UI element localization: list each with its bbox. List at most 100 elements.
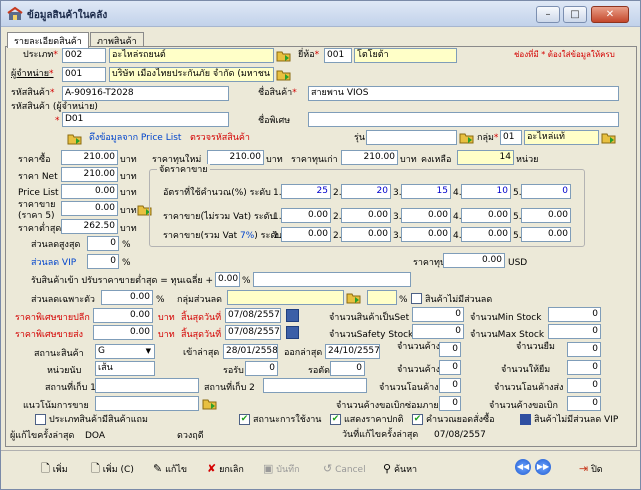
borrow-req-input[interactable]: 0 (567, 396, 601, 411)
price-list-link[interactable]: ดึงข้อมูลจาก Price List (89, 132, 181, 144)
adjust-input[interactable]: 0.00 (215, 272, 240, 287)
buy-price-input[interactable]: 210.00 (61, 150, 118, 165)
vendor-product-code-input[interactable]: D01 (62, 112, 229, 127)
calendar-icon[interactable] (286, 309, 299, 322)
maximize-button[interactable]: □ (563, 6, 587, 23)
close-form-button[interactable]: ⇥ ปิด (579, 461, 603, 477)
vendor-code-input[interactable]: 001 (62, 67, 106, 82)
no-vip-checkbox[interactable] (520, 414, 531, 425)
specific-discount-input[interactable]: 0.00 (101, 290, 153, 305)
set-qty-input[interactable]: 0 (412, 307, 464, 322)
retail-special-input[interactable]: 0.00 (93, 308, 153, 323)
wholesale-end-date-input[interactable]: 07/08/2557 (225, 325, 281, 340)
incl-vat-input-1[interactable]: 0.00 (281, 227, 331, 242)
add-button[interactable]: 🗋 เพิ่ม (41, 461, 68, 477)
calendar-icon[interactable] (286, 326, 299, 339)
product-code-input[interactable]: A-90916-T2028 (62, 86, 229, 101)
status-select[interactable]: G ▼ (95, 344, 155, 359)
folder-icon[interactable] (346, 291, 361, 304)
brand-code-input[interactable]: 001 (324, 48, 352, 63)
rate-input-5[interactable]: 0 (521, 184, 571, 199)
in-date-input[interactable]: 28/01/2558 (223, 344, 278, 359)
tab-images[interactable]: ภาพสินค้า (90, 32, 144, 47)
pending-in-input[interactable]: 0 (245, 361, 278, 376)
incl-vat-input-2[interactable]: 0.00 (341, 227, 391, 242)
borrow-input[interactable]: 0 (567, 342, 601, 357)
folder-icon[interactable] (459, 131, 474, 144)
tab-details[interactable]: รายละเอียดสินค้า (7, 32, 89, 48)
incl-vat-input-5[interactable]: 0.00 (521, 227, 571, 242)
folder-icon[interactable] (276, 68, 291, 81)
group-name-input[interactable]: อะไหล่แท้ (524, 130, 599, 145)
active-checkbox[interactable] (239, 414, 250, 425)
save-button[interactable]: ▣ บันทึก (263, 461, 300, 477)
normal-price-checkbox[interactable] (330, 414, 341, 425)
excl-vat-input-4[interactable]: 0.00 (461, 208, 511, 223)
no-discount-checkbox[interactable] (411, 293, 422, 304)
new-cost-input[interactable]: 210.00 (207, 150, 264, 165)
min-stock-input[interactable]: 0 (548, 307, 601, 322)
folder-icon[interactable] (276, 49, 291, 62)
rate-input-4[interactable]: 10 (461, 184, 511, 199)
delete-button[interactable]: ✘ ยกเลิก (207, 461, 244, 477)
retail-end-date-input[interactable]: 07/08/2557 (225, 308, 281, 323)
vendor-name-input[interactable]: บริษัท เมืองไทยประกันภัย จำกัด (มหาชน (109, 67, 274, 82)
excl-vat-input-3[interactable]: 0.00 (401, 208, 451, 223)
rate-input-1[interactable]: 25 (281, 184, 331, 199)
search-button[interactable]: ⚲ ค้นหา (383, 461, 417, 477)
max-discount-input[interactable]: 0 (87, 236, 119, 251)
folder-icon[interactable] (67, 132, 82, 145)
group-code-input[interactable]: 01 (500, 130, 522, 145)
special-name-input[interactable] (308, 112, 619, 127)
excl-vat-input-5[interactable]: 0.00 (521, 208, 571, 223)
add-copy-button[interactable]: 🗋 เพิ่ม (C) (91, 461, 134, 477)
category-name-input[interactable]: อะไหล่รถยนต์ (109, 48, 274, 63)
excl-vat-input-1[interactable]: 0.00 (281, 208, 331, 223)
previous-icon[interactable]: ◀◀ (515, 459, 531, 475)
category-code-input[interactable]: 002 (62, 48, 106, 63)
lend-input[interactable]: 0 (567, 360, 601, 375)
old-cost-input[interactable]: 210.00 (341, 150, 398, 165)
transfer-recv-input[interactable]: 0 (439, 378, 461, 393)
minimize-button[interactable]: – (536, 6, 560, 23)
part-type-checkbox[interactable] (35, 414, 46, 425)
loc1-input[interactable] (95, 378, 199, 393)
incl-vat-input-3[interactable]: 0.00 (401, 227, 451, 242)
vip-discount-input[interactable]: 0 (87, 254, 119, 269)
discount-group-pct-input[interactable] (367, 290, 397, 305)
cost-usd-input[interactable]: 0.00 (443, 253, 505, 268)
cancel-button[interactable]: ↺ Cancel (323, 461, 366, 477)
due-send-input[interactable]: 0 (439, 360, 461, 375)
due-receive-input[interactable]: 0 (439, 342, 461, 357)
rate-input-2[interactable]: 20 (341, 184, 391, 199)
out-date-input[interactable]: 24/10/2557 (325, 344, 380, 359)
safety-input[interactable]: 0 (412, 324, 464, 339)
close-button[interactable]: ✕ (591, 6, 629, 23)
discount-group-input[interactable] (227, 290, 344, 305)
pricelist-input[interactable]: 0.00 (61, 184, 118, 199)
wholesale-special-input[interactable]: 0.00 (93, 325, 153, 340)
excl-vat-input-2[interactable]: 0.00 (341, 208, 391, 223)
min-price-input[interactable]: 262.50 (61, 219, 118, 234)
next-icon[interactable]: ▶▶ (535, 459, 551, 475)
outside-input[interactable]: 0 (439, 396, 461, 411)
folder-icon[interactable] (202, 397, 217, 410)
loc2-input[interactable] (263, 378, 367, 393)
model-input[interactable] (366, 130, 457, 145)
incl-vat-input-4[interactable]: 0.00 (461, 227, 511, 242)
folder-icon[interactable] (601, 131, 616, 144)
max-stock-input[interactable]: 0 (548, 324, 601, 339)
sell5-input[interactable]: 0.00 (61, 201, 118, 216)
sales-trend-input[interactable] (95, 396, 199, 411)
unit-input[interactable]: เส้น (95, 361, 155, 376)
edit-button[interactable]: ✎ แก้ไข (153, 461, 187, 477)
net-price-input[interactable]: 210.00 (61, 167, 118, 182)
rate-input-3[interactable]: 15 (401, 184, 451, 199)
adjust-note-input[interactable] (253, 272, 411, 287)
brand-name-input[interactable]: โตโยต้า (354, 48, 457, 63)
check-product-link[interactable]: ตรวจรหัสสินค้า (190, 132, 250, 144)
product-name-input[interactable]: สายพาน VIOS (308, 86, 619, 101)
transfer-send-input[interactable]: 0 (567, 378, 601, 393)
pending-out-input[interactable]: 0 (330, 361, 365, 376)
calc-order-checkbox[interactable] (412, 414, 423, 425)
